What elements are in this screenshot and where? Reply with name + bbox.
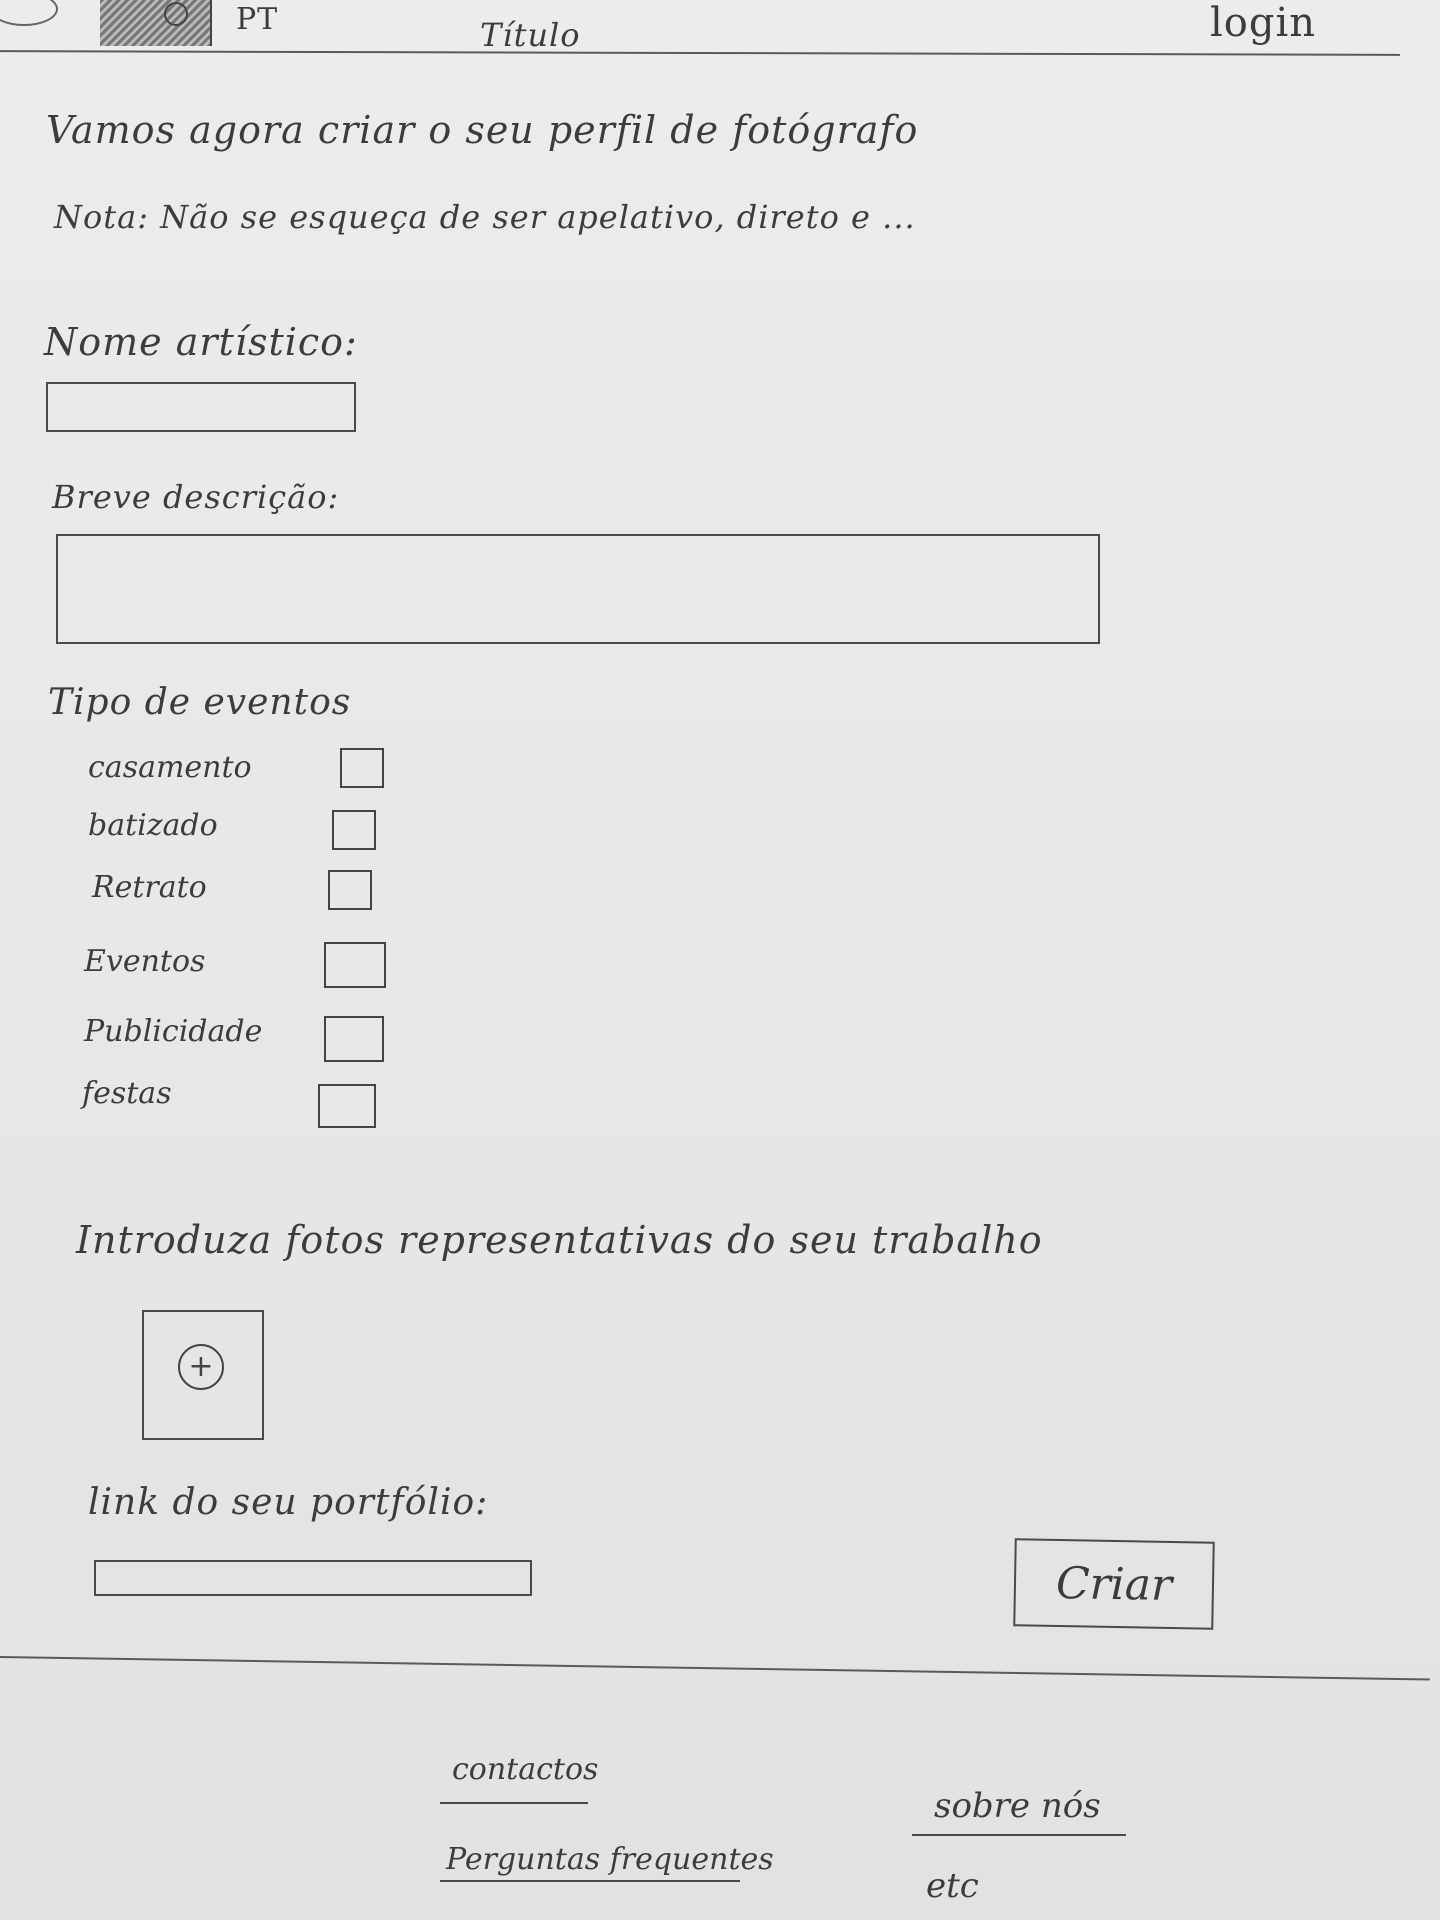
description-label: Breve descrição: — [52, 478, 340, 516]
footer-link-contactos[interactable]: contactos — [452, 1752, 598, 1787]
image-placeholder-icon — [100, 0, 212, 46]
add-photo-button[interactable]: + — [142, 1310, 264, 1440]
event-label-festas: festas — [82, 1076, 172, 1111]
create-button-label: Criar — [1055, 1557, 1173, 1611]
page-title: Título — [480, 16, 581, 54]
event-label-casamento: casamento — [88, 750, 252, 785]
intro-heading: Vamos agora criar o seu perfil de fotógr… — [46, 108, 919, 152]
plus-circle-icon: + — [178, 1344, 224, 1390]
event-checkbox-festas[interactable] — [318, 1084, 376, 1128]
intro-note: Nota: Não se esqueça de ser apelativo, d… — [54, 198, 916, 236]
event-label-publicidade: Publicidade — [84, 1014, 263, 1049]
artistic-name-input[interactable] — [46, 382, 356, 432]
plus-glyph: + — [188, 1349, 214, 1384]
language-selector[interactable]: PT — [236, 2, 278, 37]
event-checkbox-batizado[interactable] — [332, 810, 376, 850]
page-background — [0, 0, 1440, 1920]
portfolio-input[interactable] — [94, 1560, 532, 1596]
photos-label: Introduza fotos representativas do seu t… — [76, 1218, 1043, 1262]
globe-icon — [164, 2, 188, 26]
create-button[interactable]: Criar — [1013, 1538, 1215, 1630]
event-checkbox-casamento[interactable] — [340, 748, 384, 788]
footer-link-sobre-nos[interactable]: sobre nós — [934, 1786, 1101, 1826]
event-label-batizado: batizado — [88, 808, 218, 843]
login-link[interactable]: login — [1210, 0, 1316, 46]
event-checkbox-publicidade[interactable] — [324, 1016, 384, 1062]
event-label-eventos: Eventos — [84, 944, 206, 979]
footer-link-etc[interactable]: etc — [926, 1866, 979, 1906]
footer-link-perguntas[interactable]: Perguntas frequentes — [446, 1842, 774, 1877]
description-textarea[interactable] — [56, 534, 1100, 644]
event-checkbox-retrato[interactable] — [328, 870, 372, 910]
artistic-name-label: Nome artístico: — [44, 320, 358, 364]
event-types-heading: Tipo de eventos — [48, 682, 352, 723]
event-label-retrato: Retrato — [92, 870, 207, 905]
footer-link-underline — [912, 1834, 1126, 1836]
footer-link-underline — [440, 1880, 740, 1882]
event-checkbox-eventos[interactable] — [324, 942, 386, 988]
portfolio-label: link do seu portfólio: — [88, 1482, 489, 1523]
footer-link-underline — [440, 1802, 588, 1804]
